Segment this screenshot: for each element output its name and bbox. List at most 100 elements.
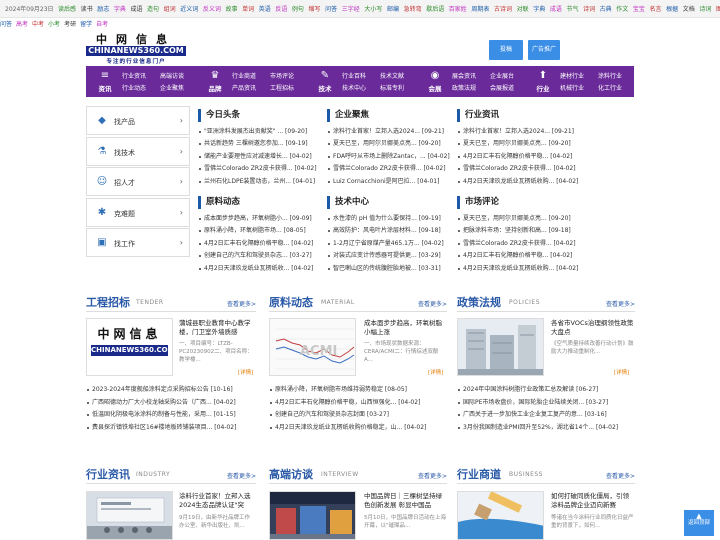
tender-thumbnail[interactable]: 中网信息 CHINANEWS360.COM (86, 318, 173, 376)
top-link[interactable]: 例句 (292, 6, 304, 13)
top-link[interactable]: 字典 (533, 6, 545, 13)
material-chart-thumbnail[interactable]: ACMI (269, 318, 356, 376)
nav-link[interactable]: 市场评论 (270, 71, 294, 80)
top-link[interactable]: 单词 (242, 6, 254, 13)
nav-link[interactable]: 会展报道 (490, 83, 514, 92)
nav-group-name[interactable]: 资讯 (94, 83, 116, 93)
list-item[interactable]: 兰州石化LDPE装置动态，兰州... [04-01] (198, 176, 328, 188)
sub-link[interactable]: 小考 (48, 21, 60, 28)
list-item[interactable]: 夏天已至，用阿尔贝娜美点亮... [09-20] (327, 138, 457, 150)
list-item[interactable]: 把脉涂料市场：坚持创新和高... [09-18] (457, 225, 587, 237)
sidebar-item[interactable]: ☺ 招人才 › (86, 167, 190, 196)
top-link[interactable]: 根据 (666, 6, 678, 13)
top-link[interactable]: 诗词 (583, 6, 595, 13)
list-item[interactable]: 4月2日天津玖龙纸业瓦楞纸收购... [04-02] (457, 176, 587, 188)
list-item[interactable]: 雪佛兰Colorado ZR2皮卡获得... [04-02] (457, 238, 587, 250)
sub-link[interactable]: 自考 (96, 21, 108, 28)
more-link[interactable]: 查看更多> (227, 299, 256, 308)
top-link[interactable]: 百家姓 (449, 6, 467, 13)
list-item[interactable]: 4月2日汇丰石化隔醇价格平稳，山西恒强化... [04-02] (269, 397, 447, 410)
list-item[interactable]: 2024年中国涂料树脂行业政策汇总及解读 [06-27] (457, 384, 635, 397)
industry-feature-title[interactable]: 涂料行业首家！立邦入选2024生态品牌认证"突 (179, 492, 255, 510)
nav-group-name[interactable]: 行业 (532, 83, 554, 93)
top-link[interactable]: 反语 (275, 6, 287, 13)
list-item[interactable]: 低温固化阴极电泳涂料的制备与性能，采用... [01-15] (86, 409, 256, 422)
nav-link[interactable]: 建材行业 (560, 71, 584, 80)
list-item[interactable]: 4月2日汇丰石化隔醇价格平稳... [04-02] (198, 238, 328, 250)
sub-link[interactable]: 留学 (80, 21, 92, 28)
list-item[interactable]: 广西昭德动力厂大小校龙轴采购公告（广西... [04-02] (86, 397, 256, 410)
list-item[interactable]: 夏天已至，用阿尔贝娜美点亮... [09-20] (457, 138, 587, 150)
advertise-button[interactable]: 广告推广 (528, 40, 560, 60)
top-link[interactable]: 字典 (114, 6, 126, 13)
list-item[interactable]: 涂料行业首家！立邦入选2024... [09-21] (327, 126, 457, 138)
list-item[interactable]: 高效防护：风电叶片涂层材料... [09-18] (327, 225, 457, 237)
list-item[interactable]: 1-2月辽宁省原煤产量465.1万... [04-02] (327, 238, 457, 250)
top-link[interactable]: 文档 (683, 6, 695, 13)
top-link[interactable]: 急转弯 (404, 6, 422, 13)
top-link[interactable]: 周期表 (471, 6, 489, 13)
tender-detail-link[interactable]: [详情] (238, 368, 253, 376)
list-item[interactable]: 创建自己的汽车和驾驶员杂志封面 [03-27] (269, 409, 447, 422)
nav-group-name[interactable]: 会展 (424, 83, 446, 93)
list-item[interactable]: 涂料行业首家！立邦入选2024... [09-21] (457, 126, 587, 138)
site-logo[interactable]: 中网信息 CHINANEWS360.COM 专注的行业信息门户 (86, 34, 186, 66)
list-item[interactable]: 雪佛兰Colorado ZR2皮卡获得... [04-02] (457, 163, 587, 175)
top-link[interactable]: 对联 (517, 6, 529, 13)
top-link[interactable]: 反义词 (203, 6, 221, 13)
top-link[interactable]: 读后感 (58, 6, 76, 13)
list-item[interactable]: 夏天已至，用阿尔贝娜美点亮... [09-20] (457, 213, 587, 225)
sub-link[interactable]: 考研 (64, 21, 76, 28)
top-link[interactable]: 近义词 (180, 6, 198, 13)
list-item[interactable]: 4月2日天津玖龙纸业瓦楞纸收购价格稳定，山... [04-02] (269, 422, 447, 435)
list-item[interactable]: 共话新趋势 三棵树邀您参加... [09-19] (198, 138, 328, 150)
business-feature-title[interactable]: 如何打破同质化僵局，引领涂料品牌企业迈向新赛 (551, 492, 635, 510)
list-item[interactable]: 原料涌小降，环氧树脂市场维持弱势稳定 [08-05] (269, 384, 447, 397)
top-link[interactable]: 组词 (164, 6, 176, 13)
top-link[interactable]: 古诗词 (494, 6, 512, 13)
sub-link[interactable]: 高考 (16, 21, 28, 28)
nav-link[interactable]: 产品资讯 (232, 83, 256, 92)
nav-link[interactable]: 行业动态 (122, 83, 146, 92)
nav-link[interactable]: 技术中心 (342, 83, 366, 92)
list-item[interactable]: 4月2日天津玖龙纸业瓦楞纸收... [04-02] (198, 263, 328, 275)
top-link[interactable]: 三字经 (342, 6, 360, 13)
top-link[interactable]: 歇后语 (426, 6, 444, 13)
top-link[interactable]: 邮编 (387, 6, 399, 13)
nav-group-name[interactable]: 品牌 (204, 83, 226, 93)
top-link[interactable]: 成语 (130, 6, 142, 13)
more-link[interactable]: 查看更多> (606, 471, 635, 480)
nav-link[interactable]: 行业商道 (232, 71, 256, 80)
top-link[interactable]: 问答 (325, 6, 337, 13)
top-link[interactable]: 大小写 (364, 6, 382, 13)
back-to-top-button[interactable]: ▲ 返回顶部 (684, 510, 714, 536)
list-item[interactable]: "亚洲涂料发展杰出贡献奖" ... [09-20] (198, 126, 328, 138)
tender-feature-title[interactable]: 蒲城县职业教育中心教学楼，门卫室外墙质感 (179, 319, 255, 337)
list-item[interactable]: 3月份我国制造业PMI回升至52%，湖北省14个... [04-02] (457, 422, 635, 435)
nav-link[interactable]: 工程招标 (270, 83, 294, 92)
nav-link[interactable]: 标准专利 (380, 83, 404, 92)
list-item[interactable]: 储能产业要理性应对减速增长... [04-02] (198, 151, 328, 163)
sidebar-item[interactable]: ▣ 找工作 › (86, 228, 190, 257)
top-link[interactable]: 节气 (566, 6, 578, 13)
policy-detail-link[interactable]: [详情] (614, 368, 629, 376)
nav-link[interactable]: 政策法规 (452, 83, 476, 92)
material-feature-title[interactable]: 成本面步步趋高，环氧树脂小幅上涨 (364, 319, 446, 337)
top-link[interactable]: 英语 (259, 6, 271, 13)
sidebar-item[interactable]: ✱ 克难题 › (86, 197, 190, 227)
policy-thumbnail[interactable] (457, 318, 544, 376)
list-item[interactable]: Luiz Cornacchioni是阿巴拉... [04-01] (327, 176, 457, 188)
industry-thumbnail[interactable] (86, 491, 173, 540)
nav-link[interactable]: 行业百科 (342, 71, 366, 80)
nav-link[interactable]: 企业聚焦 (160, 83, 184, 92)
more-link[interactable]: 查看更多> (418, 471, 447, 480)
nav-group-name[interactable]: 技术 (314, 83, 336, 93)
list-item[interactable]: 国际PE市场收盘价，国际轮胎企业陆续关闭... [03-27] (457, 397, 635, 410)
top-link[interactable]: 宝宝 (633, 6, 645, 13)
business-thumbnail[interactable] (457, 491, 544, 540)
list-item[interactable]: 雪佛兰Colorado ZR2皮卡获得... [04-02] (327, 163, 457, 175)
list-item[interactable]: 雪佛兰Colorado ZR2皮卡获得... [04-02] (198, 163, 328, 175)
top-link[interactable]: 读书 (81, 6, 93, 13)
list-item[interactable]: 费县探沂镇铁埠社区16#楼地板砖铺装项目... [04-02] (86, 422, 256, 435)
top-link[interactable]: 诗词 (699, 6, 711, 13)
